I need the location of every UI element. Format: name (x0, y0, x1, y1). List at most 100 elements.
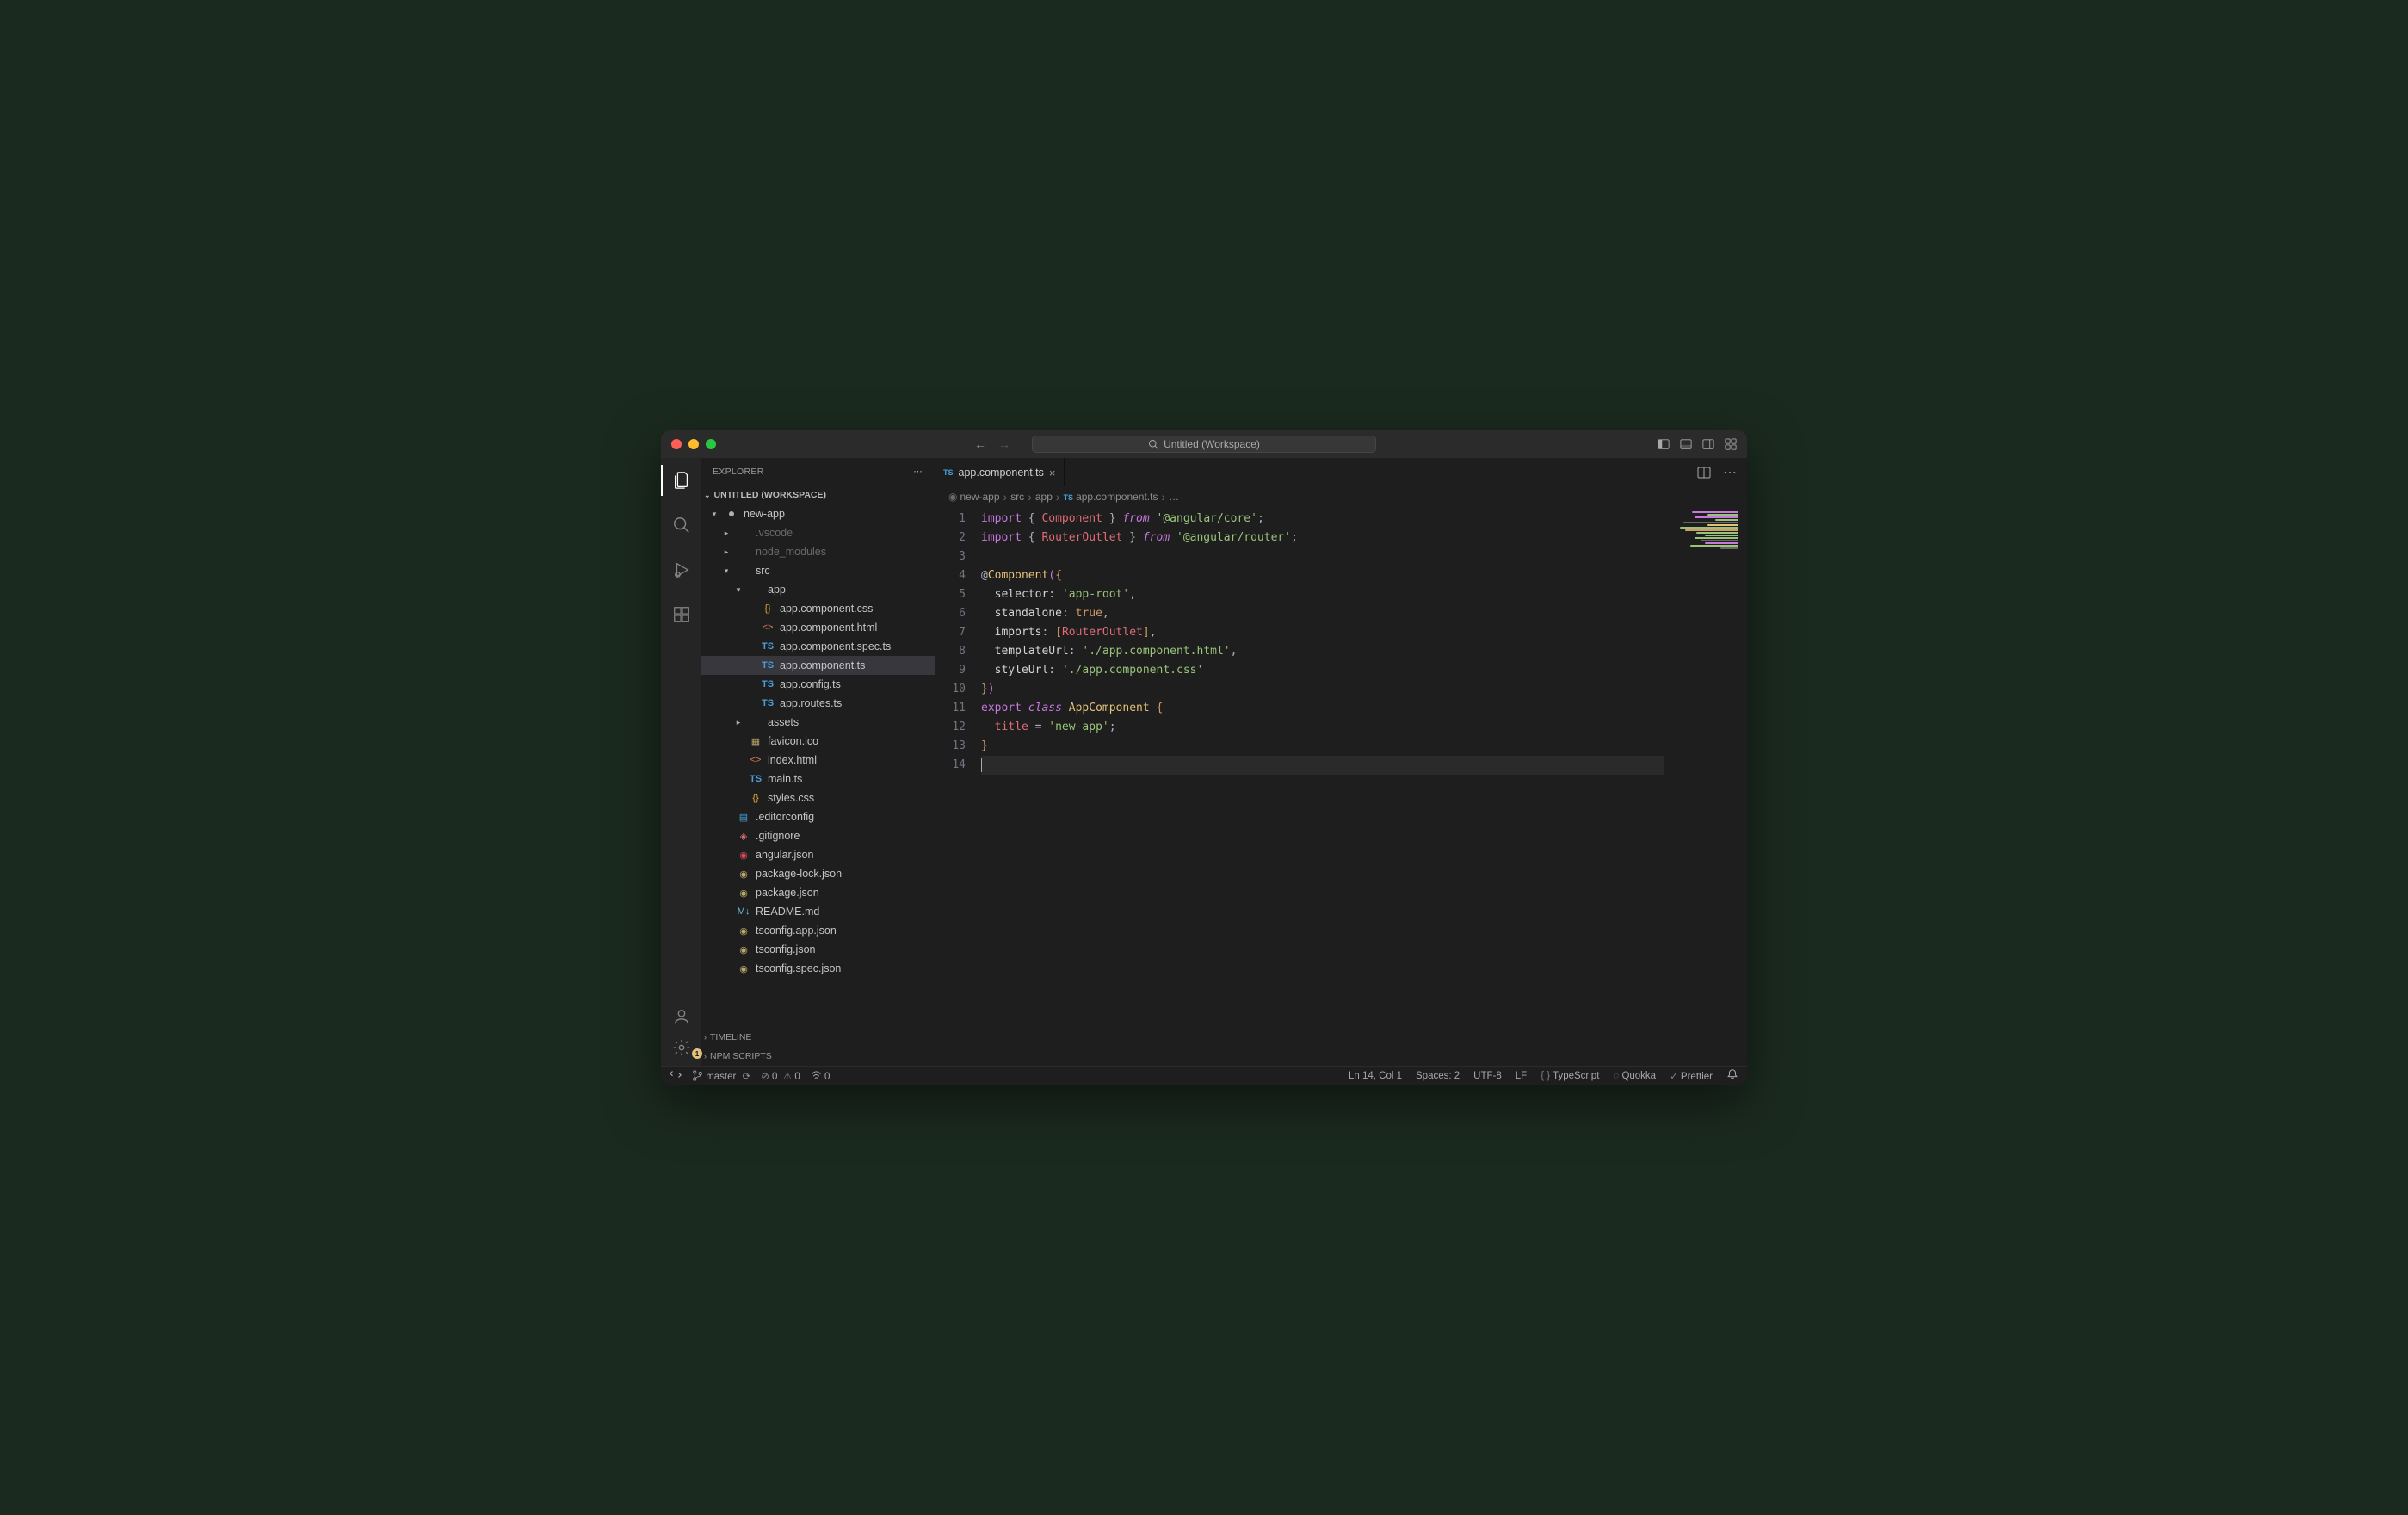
tree-item-label: styles.css (768, 792, 814, 804)
minimize-window-button[interactable] (688, 439, 699, 449)
tree-item[interactable]: TSapp.component.spec.ts (701, 637, 935, 656)
chevron-icon: ▸ (721, 529, 732, 538)
chevron-icon: ▸ (721, 547, 732, 557)
tree-item-label: node_modules (756, 546, 826, 558)
tree-item[interactable]: ▾new-app (701, 504, 935, 523)
explorer-header: EXPLORER ⋯ (701, 458, 935, 485)
tree-item[interactable]: ◉tsconfig.json (701, 940, 935, 959)
close-window-button[interactable] (671, 439, 682, 449)
activity-run-debug[interactable] (661, 554, 701, 585)
eol[interactable]: LF (1516, 1071, 1527, 1081)
tree-item[interactable]: {}app.component.css (701, 599, 935, 618)
ports[interactable]: 0 (811, 1070, 830, 1082)
chevron-right-icon (1161, 490, 1165, 504)
search-icon (672, 516, 691, 535)
indentation[interactable]: Spaces: 2 (1416, 1071, 1460, 1081)
code-editor[interactable]: import { Component } from '@angular/core… (981, 506, 1664, 1066)
quokka-status[interactable]: ◌ Quokka (1613, 1071, 1656, 1081)
editor-tabs: TS app.component.ts × ⋯ (935, 458, 1747, 487)
breadcrumb-segment[interactable]: src (1010, 491, 1024, 503)
npm-scripts-label: NPM SCRIPTS (710, 1051, 772, 1061)
tree-item[interactable]: M↓README.md (701, 902, 935, 921)
tree-item[interactable]: ▤.editorconfig (701, 807, 935, 826)
tree-item[interactable]: <>app.component.html (701, 618, 935, 637)
activity-bar: 1 (661, 458, 701, 1066)
activity-accounts[interactable] (661, 1007, 701, 1026)
search-icon (1148, 439, 1158, 449)
tree-item-label: assets (768, 716, 799, 728)
breadcrumb-segment[interactable]: … (1169, 491, 1179, 503)
breadcrumb-segment[interactable]: ◉new-app (948, 491, 1000, 503)
tree-item-label: app.component.spec.ts (780, 640, 891, 652)
close-tab-icon[interactable]: × (1049, 467, 1056, 479)
play-icon (672, 560, 691, 579)
tree-item[interactable]: ▸ .vscode (701, 523, 935, 542)
git-branch[interactable]: master ⟳ (692, 1070, 750, 1082)
tree-item-label: new-app (744, 508, 785, 520)
nav-forward-icon[interactable]: → (998, 437, 1010, 451)
tree-item[interactable]: TSapp.config.ts (701, 675, 935, 694)
tree-item-label: main.ts (768, 773, 802, 785)
nav-back-icon[interactable]: ← (974, 437, 986, 451)
tree-item[interactable]: TSapp.component.ts (701, 656, 935, 675)
tree-item[interactable]: ◉angular.json (701, 845, 935, 864)
tree-item[interactable]: ◉tsconfig.app.json (701, 921, 935, 940)
split-editor-icon[interactable] (1697, 466, 1711, 479)
timeline-section[interactable]: › TIMELINE (701, 1028, 935, 1047)
activity-explorer[interactable] (661, 465, 701, 496)
tree-item-label: app.component.css (780, 603, 873, 615)
prettier-status[interactable]: ✓ Prettier (1670, 1070, 1713, 1082)
tree-item-label: tsconfig.json (756, 943, 815, 955)
breadcrumbs[interactable]: ◉new-app srcapp TSapp.component.ts … (935, 487, 1747, 506)
npm-scripts-section[interactable]: › NPM SCRIPTS (701, 1047, 935, 1066)
window-controls (671, 439, 716, 449)
workspace-root[interactable]: ⌄ UNTITLED (WORKSPACE) (701, 485, 935, 504)
tab-app-component-ts[interactable]: TS app.component.ts × (935, 458, 1065, 486)
editor-more-icon[interactable]: ⋯ (1723, 464, 1737, 481)
toggle-panel-icon[interactable] (1680, 438, 1692, 450)
customize-layout-icon[interactable] (1725, 438, 1737, 450)
minimap[interactable] (1664, 506, 1747, 1066)
command-center[interactable]: Untitled (Workspace) (1032, 436, 1376, 453)
chevron-icon: ▾ (733, 585, 744, 595)
breadcrumb-segment[interactable]: TSapp.component.ts (1064, 491, 1158, 503)
tree-item[interactable]: ▦favicon.ico (701, 732, 935, 751)
tree-item-label: .vscode (756, 527, 793, 539)
maximize-window-button[interactable] (706, 439, 716, 449)
tree-item[interactable]: ▾src (701, 561, 935, 580)
tree-item[interactable]: ◉tsconfig.spec.json (701, 959, 935, 978)
files-icon (672, 471, 691, 490)
tree-item-label: app.component.html (780, 621, 877, 634)
tree-item[interactable]: ◉package-lock.json (701, 864, 935, 883)
tree-item[interactable]: <>index.html (701, 751, 935, 770)
encoding[interactable]: UTF-8 (1473, 1071, 1502, 1081)
tree-item-label: tsconfig.app.json (756, 924, 837, 937)
tree-item[interactable]: ◉package.json (701, 883, 935, 902)
toggle-primary-sidebar-icon[interactable] (1658, 438, 1670, 450)
sync-icon[interactable]: ⟳ (743, 1072, 751, 1082)
radio-count: 0 (824, 1072, 830, 1082)
chevron-right-icon (1056, 490, 1060, 504)
problems[interactable]: ⊘ 0 ⚠ 0 (761, 1070, 800, 1082)
remote-icon[interactable] (670, 1068, 682, 1083)
tree-item-label: index.html (768, 754, 817, 766)
language-mode[interactable]: { } TypeScript (1541, 1071, 1599, 1081)
activity-search[interactable] (661, 510, 701, 541)
tree-item-label: app.routes.ts (780, 697, 842, 709)
tree-item[interactable]: ◈.gitignore (701, 826, 935, 845)
notifications-icon[interactable] (1726, 1068, 1738, 1083)
tree-item[interactable]: ▾ app (701, 580, 935, 599)
cursor-position[interactable]: Ln 14, Col 1 (1349, 1071, 1402, 1081)
tree-item[interactable]: TSapp.routes.ts (701, 694, 935, 713)
activity-extensions[interactable] (661, 599, 701, 630)
tree-item[interactable]: ▸assets (701, 713, 935, 732)
activity-settings[interactable]: 1 (661, 1038, 701, 1057)
tree-item[interactable]: {}styles.css (701, 788, 935, 807)
tree-item-label: app (768, 584, 786, 596)
tree-item[interactable]: ▸ node_modules (701, 542, 935, 561)
ts-icon: TS (943, 468, 954, 477)
tree-item[interactable]: TSmain.ts (701, 770, 935, 788)
breadcrumb-segment[interactable]: app (1035, 491, 1053, 503)
toggle-secondary-sidebar-icon[interactable] (1702, 438, 1714, 450)
explorer-more-icon[interactable]: ⋯ (913, 467, 923, 477)
